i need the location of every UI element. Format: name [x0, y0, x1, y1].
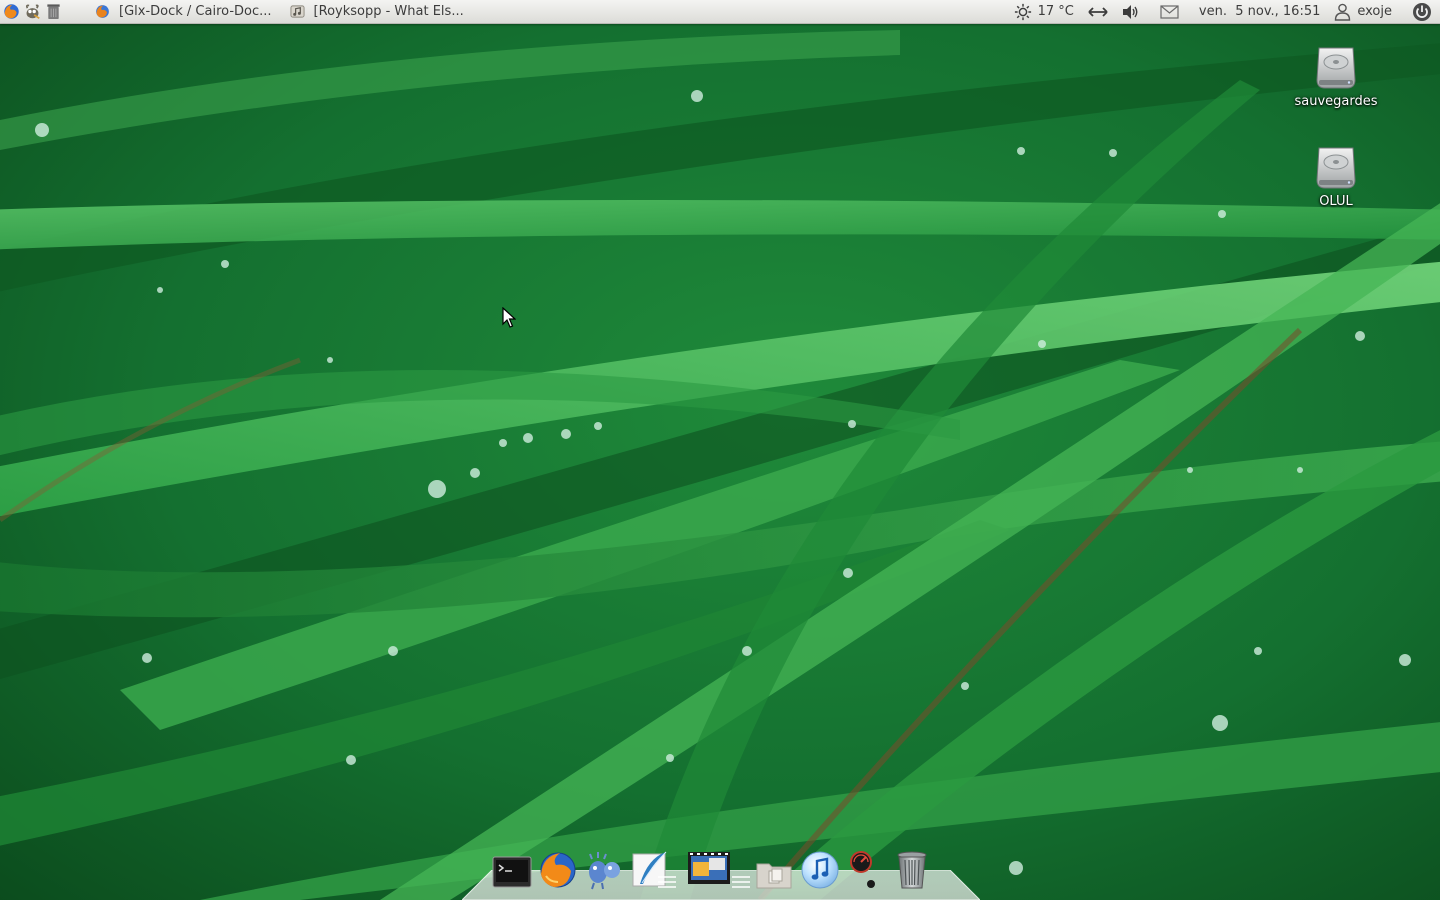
top-panel: [Glx-Dock / Cairo-Doc... [Royksopp - Wha… — [0, 0, 1440, 24]
clock-text: ven. 5 nov., 16:51 — [1198, 4, 1321, 19]
trash-launcher[interactable] — [44, 3, 62, 21]
weather-temperature: 17 °C — [1037, 4, 1074, 19]
speaker-icon — [1122, 4, 1138, 19]
user-icon — [1335, 3, 1351, 21]
volume-indicator[interactable] — [1122, 0, 1140, 23]
dock-item-firefox[interactable] — [536, 846, 580, 890]
terminal-icon — [492, 856, 532, 888]
clock[interactable]: ven. 5 nov., 16:51 — [1193, 0, 1320, 23]
user-menu[interactable]: exoje — [1334, 0, 1392, 23]
film-stack-icon — [688, 852, 730, 884]
gimp-icon — [25, 4, 40, 20]
sun-icon — [1014, 3, 1031, 20]
music-note-icon — [801, 851, 839, 889]
network-arrows-icon — [1088, 6, 1108, 17]
panel-indicator-area: 17 °C ven. 5 nov., 16:51 exoje — [1000, 0, 1432, 23]
hard-drive-icon — [1316, 47, 1356, 89]
firefox-launcher[interactable] — [2, 3, 20, 21]
stack-indicator — [732, 873, 750, 888]
desktop-wallpaper — [0, 0, 1440, 900]
taskbar-button-music-player[interactable]: [Royksopp - What Els... — [280, 0, 472, 23]
network-indicator[interactable] — [1088, 0, 1108, 23]
firefox-icon — [95, 4, 110, 19]
session-menu[interactable] — [1412, 0, 1432, 23]
taskbar-button-label: [Royksopp - What Els... — [313, 4, 464, 19]
folder-stack-icon — [756, 863, 792, 889]
power-icon — [1413, 2, 1431, 21]
mouse-cursor-icon — [502, 307, 516, 328]
desktop-icon-sauvegardes[interactable]: sauvegardes — [1286, 44, 1386, 109]
dock — [490, 840, 936, 890]
trash-icon — [897, 851, 927, 889]
desktop-icon-olul[interactable]: OLUL — [1286, 144, 1386, 209]
desktop-icon-label: OLUL — [1319, 194, 1353, 209]
stack-indicator — [658, 873, 676, 888]
hard-drive-icon — [1316, 147, 1356, 189]
gauge-icon — [850, 851, 875, 888]
firefox-icon — [3, 4, 19, 19]
mail-indicator[interactable] — [1160, 0, 1179, 23]
panel-left-area: [Glx-Dock / Cairo-Doc... [Royksopp - Wha… — [2, 0, 472, 23]
taskbar-button-firefox[interactable]: [Glx-Dock / Cairo-Doc... — [85, 0, 280, 23]
dock-item-pidgin[interactable] — [582, 846, 626, 890]
dock-item-trash[interactable] — [890, 846, 934, 890]
gimp-launcher[interactable] — [23, 3, 41, 21]
pidgin-icon — [589, 852, 620, 890]
firefox-icon — [540, 852, 576, 888]
music-player-icon — [290, 4, 305, 19]
dock-item-files-stack[interactable] — [752, 846, 796, 890]
dock-item-media-stack[interactable] — [658, 846, 750, 890]
dock-item-terminal[interactable] — [490, 846, 534, 890]
weather-indicator[interactable]: 17 °C — [1014, 0, 1074, 23]
dock-item-system-monitor[interactable] — [844, 846, 888, 890]
envelope-icon — [1160, 4, 1179, 19]
taskbar-button-label: [Glx-Dock / Cairo-Doc... — [119, 4, 272, 19]
trash-icon — [46, 4, 60, 20]
dock-item-music-player[interactable] — [798, 846, 842, 890]
desktop-icon-label: sauvegardes — [1294, 94, 1378, 109]
user-name: exoje — [1357, 4, 1392, 19]
